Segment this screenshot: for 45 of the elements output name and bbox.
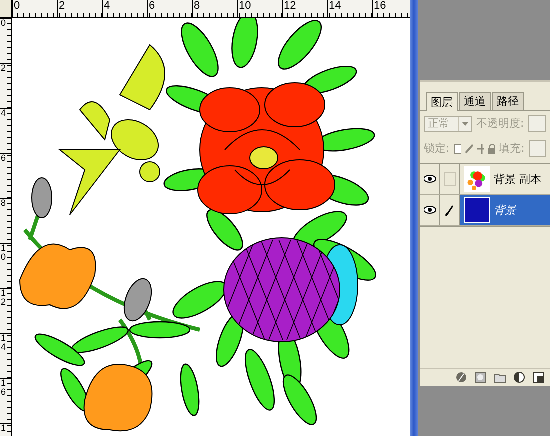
ruler-label: 2 xyxy=(59,0,66,12)
layer-name: 背景 xyxy=(494,202,516,218)
new-layer-icon[interactable] xyxy=(533,372,544,383)
ruler-label: 10 xyxy=(1,244,6,262)
ruler-label: 6 xyxy=(1,154,6,163)
panel-tab[interactable]: 通道 xyxy=(459,92,491,110)
fill-label: 填充: xyxy=(499,141,525,156)
lock-icon[interactable] xyxy=(488,144,496,154)
ruler-label: 0 xyxy=(14,0,20,12)
brush-icon xyxy=(444,204,454,216)
fill-field[interactable] xyxy=(528,140,546,157)
ruler-label: 14 xyxy=(329,0,342,12)
ruler-label: 14 xyxy=(1,334,6,352)
mask-icon[interactable] xyxy=(475,372,486,383)
ruler-label: 4 xyxy=(104,0,110,12)
checkbox-icon[interactable] xyxy=(454,144,462,154)
layer-style-icon[interactable] xyxy=(456,372,467,383)
opacity-label: 不透明度: xyxy=(476,116,524,131)
panel-tab[interactable]: 路径 xyxy=(492,92,524,110)
ruler-label: 6 xyxy=(149,0,156,12)
panel-tab[interactable]: 图层 xyxy=(426,92,458,111)
folder-icon[interactable] xyxy=(494,372,506,382)
lock-label: 锁定: xyxy=(424,141,450,156)
eye-icon[interactable] xyxy=(424,175,436,183)
ruler-label: 12 xyxy=(1,289,6,307)
ruler-label: 12 xyxy=(284,0,296,12)
ruler-label: 10 xyxy=(239,0,252,12)
layer-row[interactable]: 背景 xyxy=(420,195,550,226)
ruler-label: 16 xyxy=(1,379,6,397)
caret-icon xyxy=(462,122,469,126)
layer-row[interactable]: 背景 副本 xyxy=(420,164,550,195)
adjustment-icon[interactable] xyxy=(514,372,525,383)
ruler-label: 0 xyxy=(1,19,6,28)
ruler-label: 1 xyxy=(1,424,6,433)
ruler-label: 8 xyxy=(194,0,200,12)
opacity-field[interactable] xyxy=(528,115,546,132)
ruler-label: 4 xyxy=(1,109,6,118)
brush-icon[interactable] xyxy=(465,144,473,154)
ruler-label: 16 xyxy=(374,0,386,12)
ruler-label: 2 xyxy=(1,64,6,73)
ruler-label: 8 xyxy=(1,199,6,208)
layer-name: 背景 副本 xyxy=(494,172,542,186)
layer-thumbnail xyxy=(464,166,490,192)
eye-icon[interactable] xyxy=(424,206,436,214)
move-icon[interactable] xyxy=(476,144,484,154)
